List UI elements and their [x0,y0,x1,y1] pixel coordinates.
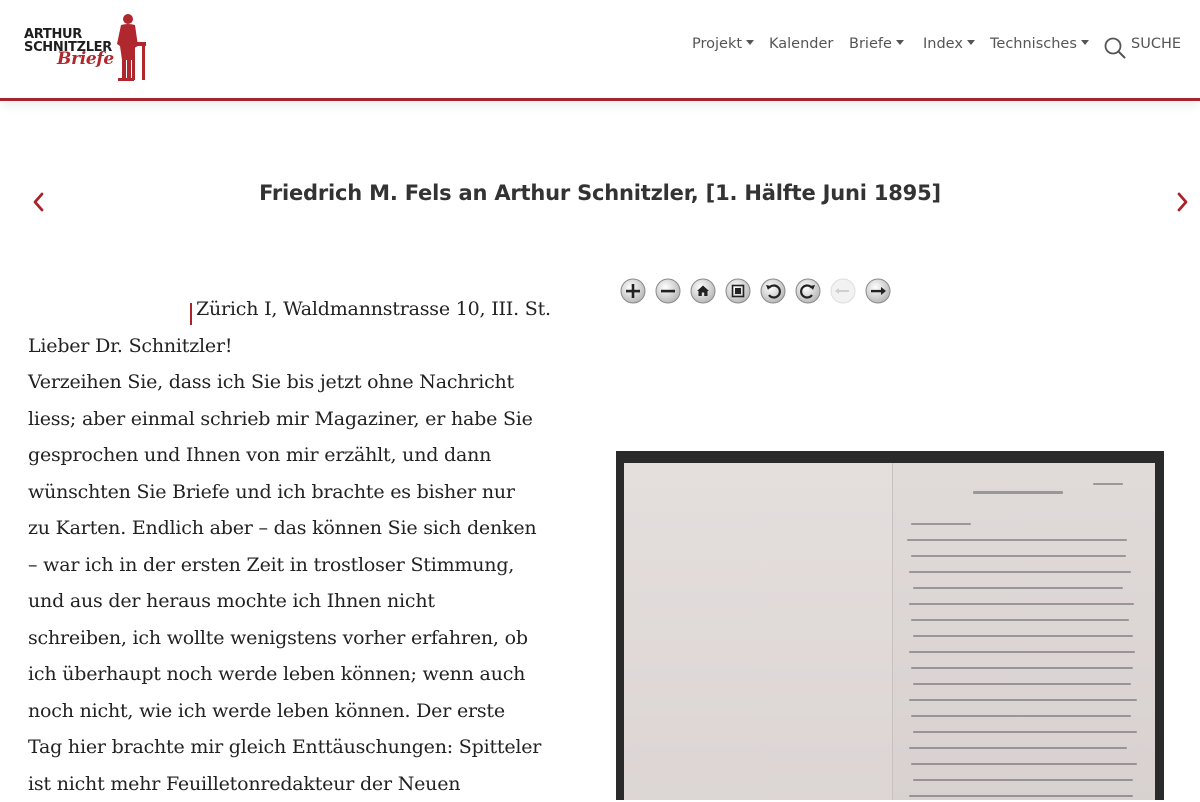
search-label: SUCHE [1131,36,1181,52]
next-letter-arrow-icon[interactable] [1174,190,1192,214]
letter-line: zu Karten. Endlich aber – das können Sie… [28,510,568,547]
nav-item-projekt[interactable]: Projekt [692,36,754,52]
nav-item-kalender[interactable]: Kalender [769,36,833,52]
caret-down-icon [746,40,754,45]
next-page-icon[interactable] [863,276,893,306]
letter-text: Zürich I, Waldmannstrasse 10, III. St. L… [28,291,568,802]
nav-item-label: Index [923,36,963,52]
letter-place-line: Zürich I, Waldmannstrasse 10, III. St. [28,291,568,328]
site-header: ARTHUR SCHNITZLER Briefe Projekt Kalende… [0,0,1200,101]
fullpage-icon[interactable] [723,276,753,306]
nav-item-technisches[interactable]: Technisches [990,36,1089,52]
letter-line: – war ich in der ersten Zeit in trostlos… [28,547,568,584]
letter-place: Zürich I, Waldmannstrasse 10, III. St. [196,298,551,320]
previous-letter-arrow-icon[interactable] [30,190,48,214]
previous-page-icon[interactable] [828,276,858,306]
nav-item-index[interactable]: Index [923,36,975,52]
letter-line: Tag hier brachte mir gleich Enttäuschung… [28,729,568,766]
facsimile-image[interactable] [616,451,1164,800]
nav-item-label: Technisches [990,36,1077,52]
nav-item-briefe[interactable]: Briefe [849,36,904,52]
facsimile-page-right [892,463,1155,800]
letter-line: liess; aber einmal schrieb mir Magaziner… [28,401,568,438]
letter-line: und aus der heraus mochte ich Ihnen nich… [28,583,568,620]
letter-line: ist nicht mehr Feuilletonredakteur der N… [28,766,568,802]
letter-line: ich überhaupt noch werde leben können; w… [28,656,568,693]
nav-item-label: Briefe [849,36,892,52]
zoom-in-icon[interactable] [618,276,648,306]
facsimile-page-left [624,463,892,800]
zoom-out-icon[interactable] [653,276,683,306]
letter-line: Lieber Dr. Schnitzler! [28,328,568,365]
page-break-marker[interactable] [190,303,192,325]
home-icon[interactable] [688,276,718,306]
letter-line: gesprochen und Ihnen von mir erzählt, un… [28,437,568,474]
caret-down-icon [967,40,975,45]
rotate-right-icon[interactable] [793,276,823,306]
schnitzler-figure-icon [108,12,148,82]
letter-line: wünschten Sie Briefe und ich brachte es … [28,474,568,511]
letter-line: Verzeihen Sie, dass ich Sie bis jetzt oh… [28,364,568,401]
nav-item-label: Kalender [769,36,833,52]
caret-down-icon [896,40,904,45]
rotate-left-icon[interactable] [758,276,788,306]
nav-item-label: Projekt [692,36,742,52]
site-logo[interactable]: ARTHUR SCHNITZLER Briefe [24,12,148,82]
letter-title: Friedrich M. Fels an Arthur Schnitzler, … [200,181,1000,205]
letter-line: schreiben, ich wollte wenigstens vorher … [28,620,568,657]
letter-line: noch nicht, wie ich werde leben können. … [28,693,568,730]
logo-text-line3: Briefe [57,52,114,66]
search-icon [1104,37,1126,59]
caret-down-icon [1081,40,1089,45]
